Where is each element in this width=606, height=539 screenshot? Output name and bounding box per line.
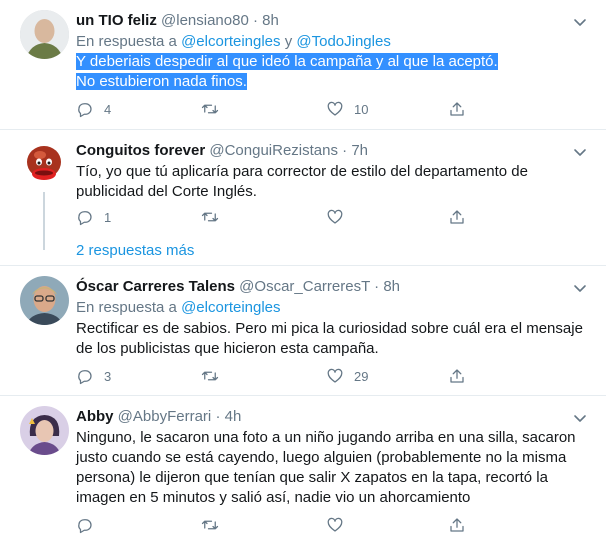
separator-dot: · (252, 12, 258, 29)
heart-icon (327, 368, 343, 383)
chevron-down-icon[interactable] (572, 280, 588, 296)
mention-link[interactable]: @TodoJingles (296, 33, 390, 50)
more-replies-link[interactable]: 2 respuestas más (76, 242, 194, 259)
retweet-icon (201, 212, 219, 222)
tweet-header: un TIO feliz @lensiano80 · 8h (76, 12, 279, 29)
display-name[interactable]: Abby (76, 408, 114, 425)
tweet-4[interactable]: Abby @AbbyFerrari · 4h Ninguno, le sacar… (0, 396, 606, 539)
like-count: 29 (354, 368, 369, 384)
separator-dot: · (215, 408, 221, 425)
heart-icon (327, 209, 343, 224)
reply-button[interactable]: 4 (76, 99, 111, 119)
separator-dot: · (342, 142, 348, 159)
share-icon (450, 518, 464, 532)
tweet-text: Tío, yo que tú aplicaría para corrector … (76, 163, 528, 200)
like-count: 10 (354, 101, 369, 117)
avatar[interactable] (20, 10, 69, 59)
tweet-header: Óscar Carreres Talens @Oscar_CarreresT ·… (76, 278, 400, 295)
mention-link[interactable]: @elcorteingles (181, 299, 280, 316)
retweet-button[interactable] (201, 207, 229, 227)
action-bar: 1 (76, 207, 496, 227)
like-button[interactable] (326, 207, 354, 227)
retweet-icon (201, 104, 219, 114)
chevron-down-icon[interactable] (572, 14, 588, 30)
action-bar: 3 29 (76, 366, 496, 386)
action-bar (76, 515, 496, 535)
tweet-header: Abby @AbbyFerrari · 4h (76, 408, 241, 425)
retweet-button[interactable] (201, 366, 229, 386)
user-handle[interactable]: @Oscar_CarreresT (239, 278, 370, 295)
tweet-text: Rectificar es de sabios. Pero mi pica la… (76, 320, 583, 357)
tweet-text: Y deberiais despedir al que ideó la camp… (76, 52, 586, 92)
heart-icon (327, 101, 343, 116)
retweet-button[interactable] (201, 99, 229, 119)
tweet-1[interactable]: un TIO feliz @lensiano80 · 8h En respues… (0, 0, 606, 130)
timestamp[interactable]: 8h (383, 278, 400, 295)
share-icon (450, 369, 464, 383)
mention-link[interactable]: @elcorteingles (181, 33, 280, 50)
timestamp[interactable]: 8h (262, 12, 279, 29)
avatar[interactable] (20, 140, 69, 189)
avatar[interactable] (20, 406, 69, 455)
tweet-text-line: No estubieron nada finos. (76, 73, 247, 90)
reply-icon (78, 103, 92, 118)
retweet-icon (201, 520, 219, 530)
reply-count: 4 (104, 101, 112, 117)
thread-line (43, 192, 45, 250)
tweet-text: Ninguno, le sacaron una foto a un niño j… (76, 429, 576, 506)
share-button[interactable] (448, 366, 466, 386)
like-button[interactable]: 10 (326, 99, 368, 119)
share-button[interactable] (448, 207, 466, 227)
like-button[interactable] (326, 515, 354, 535)
heart-icon (327, 517, 343, 532)
retweet-icon (201, 371, 219, 381)
share-icon (450, 210, 464, 224)
chevron-down-icon[interactable] (572, 144, 588, 160)
avatar[interactable] (20, 276, 69, 325)
reply-and: y (284, 33, 293, 50)
reply-button[interactable]: 3 (76, 366, 111, 386)
action-bar: 4 10 (76, 99, 496, 119)
reply-count: 3 (104, 368, 112, 384)
tweet-header: Conguitos forever @ConguiRezistans · 7h (76, 142, 368, 159)
reply-context: En respuesta a @elcorteingles y @TodoJin… (76, 33, 391, 50)
reply-context: En respuesta a @elcorteingles (76, 299, 281, 316)
tweet-text-line: Y deberiais despedir al que ideó la camp… (76, 53, 498, 70)
share-icon (450, 102, 464, 116)
retweet-button[interactable] (201, 515, 229, 535)
tweet-3[interactable]: Óscar Carreres Talens @Oscar_CarreresT ·… (0, 266, 606, 396)
reply-icon (78, 211, 92, 226)
share-button[interactable] (448, 99, 466, 119)
tweet-2[interactable]: Conguitos forever @ConguiRezistans · 7h … (0, 130, 606, 265)
reply-icon (78, 519, 92, 534)
display-name[interactable]: Óscar Carreres Talens (76, 278, 235, 295)
reply-icon (78, 370, 92, 385)
user-handle[interactable]: @ConguiRezistans (209, 142, 338, 159)
reply-prefix: En respuesta a (76, 299, 177, 316)
timestamp[interactable]: 4h (225, 408, 242, 425)
share-button[interactable] (448, 515, 466, 535)
like-button[interactable]: 29 (326, 366, 368, 386)
display-name[interactable]: Conguitos forever (76, 142, 205, 159)
reply-prefix: En respuesta a (76, 33, 177, 50)
timestamp[interactable]: 7h (351, 142, 368, 159)
reply-button[interactable]: 1 (76, 207, 111, 227)
separator-dot: · (374, 278, 380, 295)
reply-button[interactable] (76, 515, 104, 535)
display-name[interactable]: un TIO feliz (76, 12, 157, 29)
chevron-down-icon[interactable] (572, 410, 588, 426)
reply-count: 1 (104, 209, 112, 225)
user-handle[interactable]: @AbbyFerrari (118, 408, 212, 425)
user-handle[interactable]: @lensiano80 (161, 12, 249, 29)
